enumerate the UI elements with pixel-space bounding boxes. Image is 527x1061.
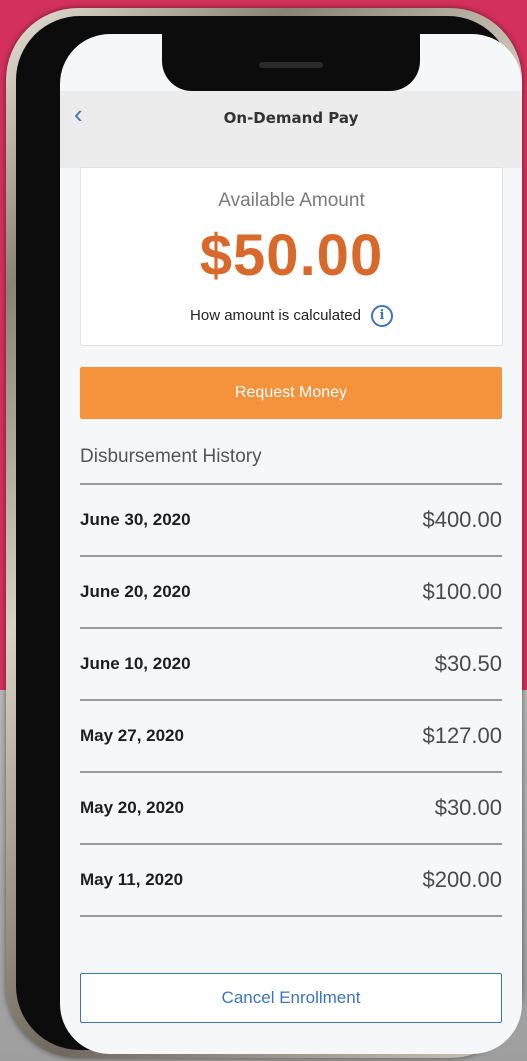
history-row: June 30, 2020 $400.00	[80, 485, 502, 557]
history-row-date: May 27, 2020	[80, 726, 184, 745]
available-amount-label: Available Amount	[218, 190, 365, 211]
history-row-amount: $30.00	[434, 795, 502, 820]
speaker-grille	[259, 62, 323, 68]
history-row-date: June 30, 2020	[80, 510, 191, 529]
how-calculated-text: How amount is calculated	[190, 306, 361, 324]
history-row-amount: $127.00	[422, 723, 502, 748]
phone-frame: ‹ On-Demand Pay Available Amount $50.00 …	[6, 8, 522, 1058]
phone-notch	[162, 34, 420, 91]
history-row-amount: $30.50	[434, 651, 502, 676]
history-row: May 11, 2020 $200.00	[80, 845, 502, 917]
history-row: May 20, 2020 $30.00	[80, 773, 502, 845]
available-amount-card: Available Amount $50.00 How amount is ca…	[80, 167, 503, 346]
phone-screen: ‹ On-Demand Pay Available Amount $50.00 …	[60, 34, 522, 1054]
cancel-enrollment-button[interactable]: Cancel Enrollment	[80, 973, 502, 1023]
history-row-amount: $200.00	[422, 867, 502, 892]
history-row: June 20, 2020 $100.00	[80, 557, 502, 629]
disbursement-history-list: June 30, 2020 $400.00 June 20, 2020 $100…	[80, 483, 502, 917]
request-money-button[interactable]: Request Money	[80, 367, 502, 419]
history-row-date: June 10, 2020	[80, 654, 191, 673]
history-row-amount: $400.00	[422, 507, 502, 532]
history-row-date: May 20, 2020	[80, 798, 184, 817]
page-title: On-Demand Pay	[223, 109, 359, 127]
available-amount-value: $50.00	[199, 223, 384, 288]
phone-bezel: ‹ On-Demand Pay Available Amount $50.00 …	[16, 16, 522, 1054]
history-row-amount: $100.00	[422, 579, 502, 604]
disbursement-history-title: Disbursement History	[80, 446, 262, 467]
history-row-date: June 20, 2020	[80, 582, 191, 601]
info-icon[interactable]: i	[370, 305, 393, 327]
history-row-date: May 11, 2020	[80, 870, 184, 889]
app-header	[60, 91, 522, 168]
how-calculated-row: How amount is calculated i	[81, 305, 502, 327]
history-row: May 27, 2020 $127.00	[80, 701, 502, 773]
history-row: June 10, 2020 $30.50	[80, 629, 502, 701]
